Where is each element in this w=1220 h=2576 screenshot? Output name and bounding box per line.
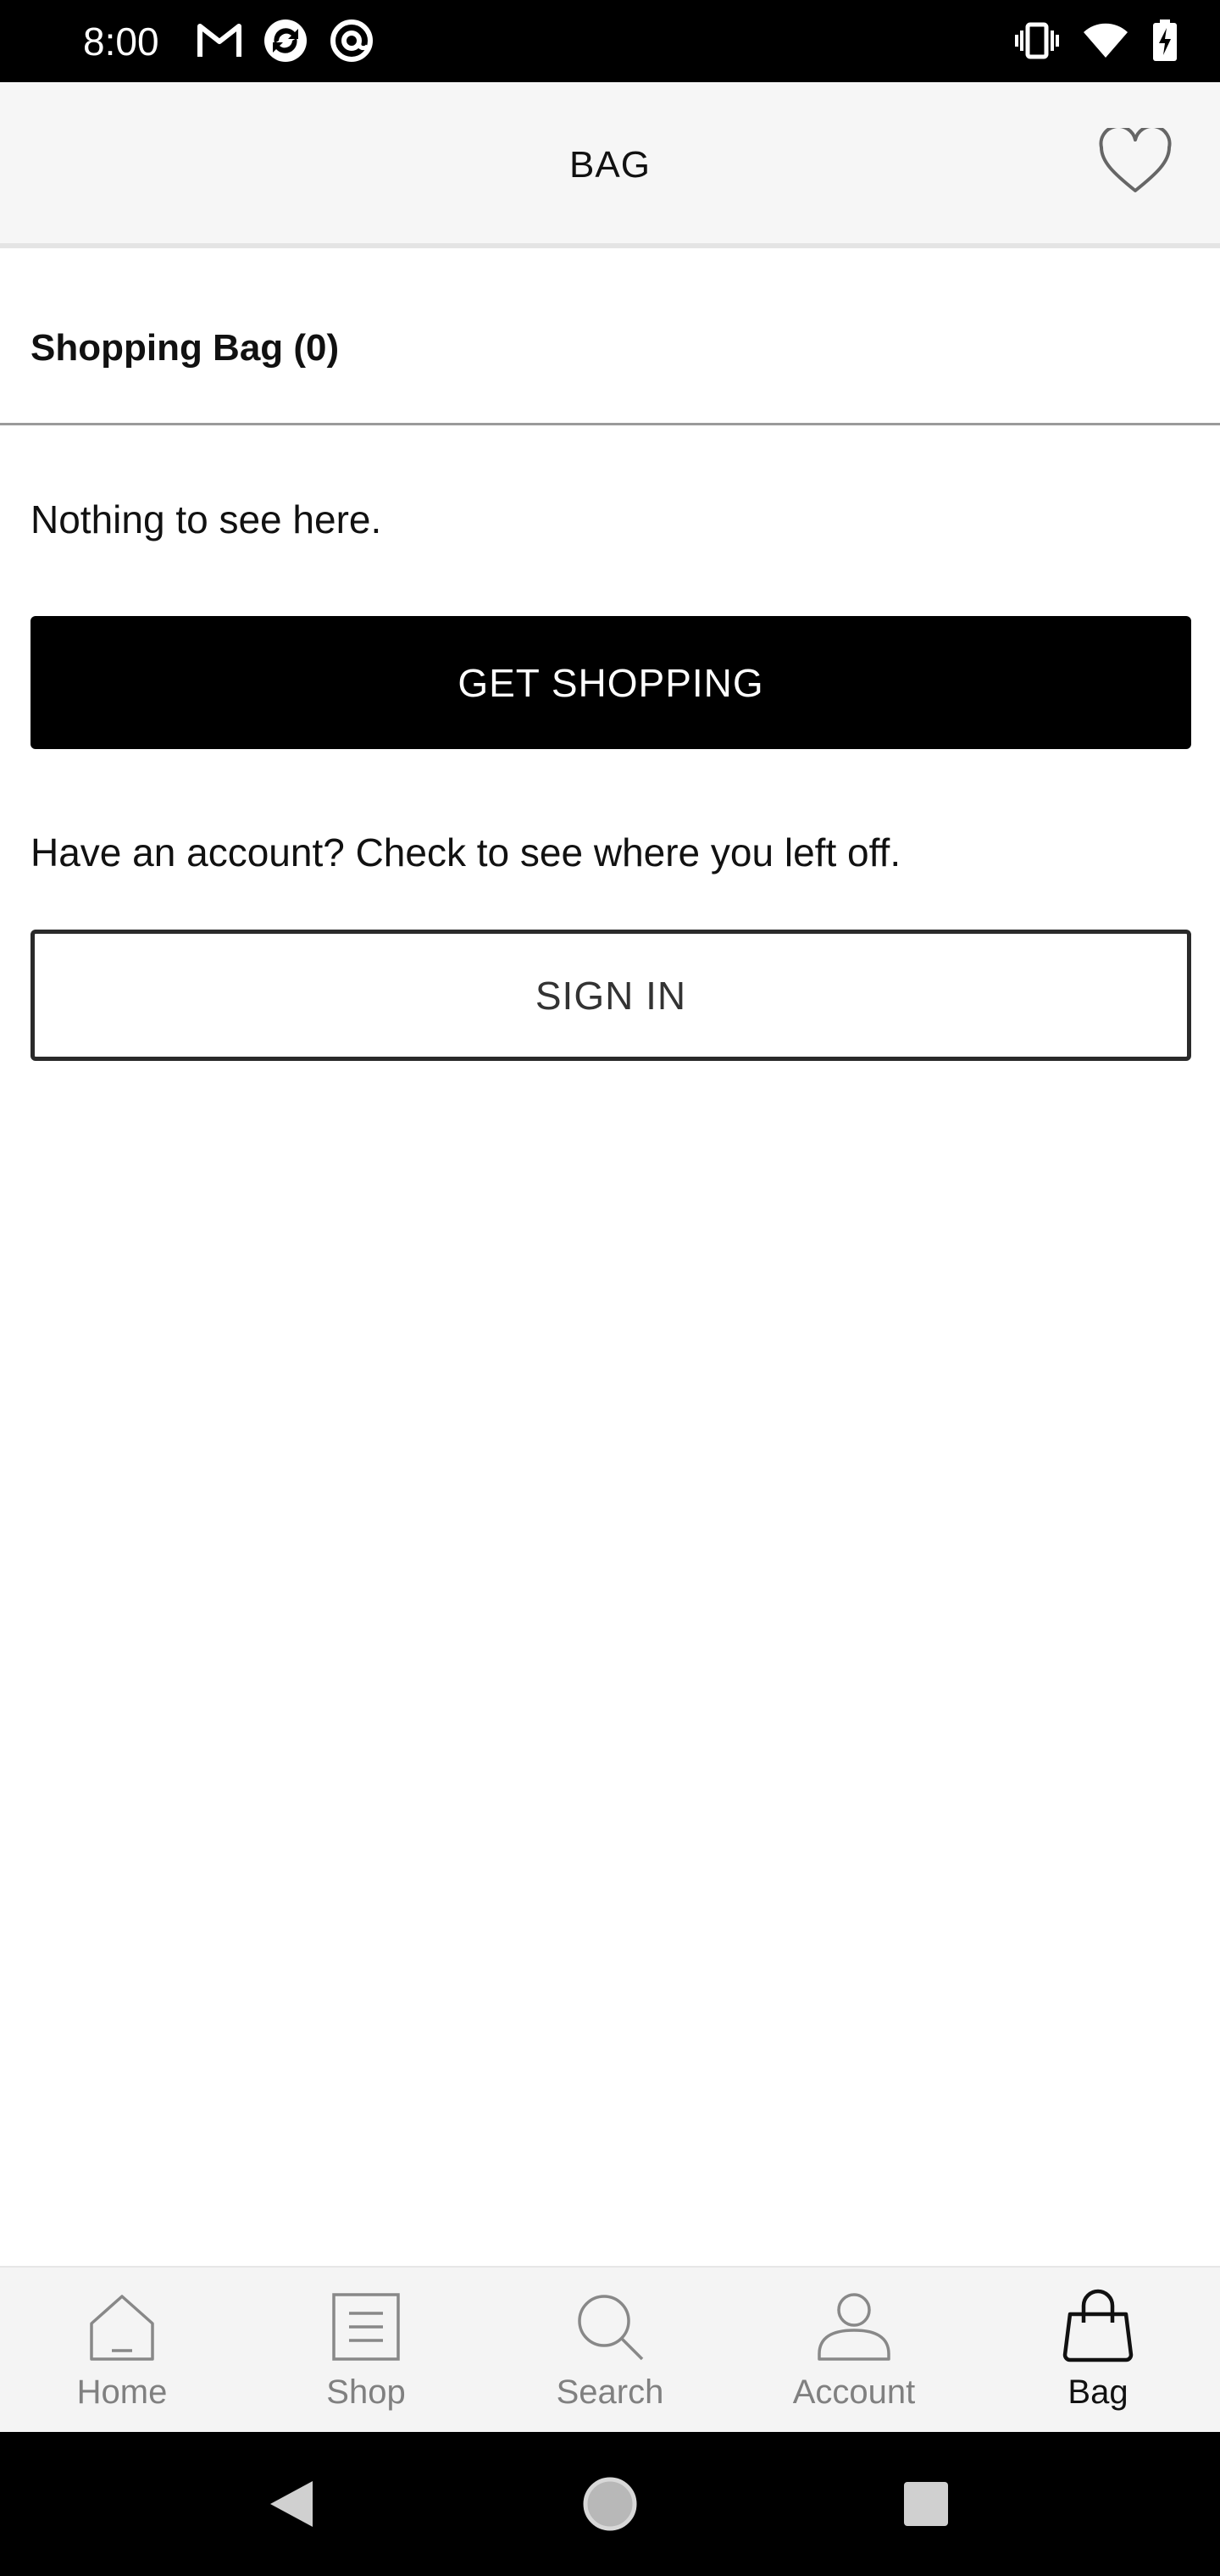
account-prompt-message: Have an account? Check to see where you … (30, 830, 901, 874)
nav-label-shop: Shop (326, 2373, 406, 2411)
home-button[interactable] (572, 2468, 648, 2544)
search-icon (569, 2286, 651, 2368)
wifi-icon (1083, 22, 1128, 59)
status-time: 8:00 (83, 19, 159, 64)
vibrate-icon (1015, 22, 1059, 59)
system-status-icons (1015, 17, 1178, 64)
nav-item-account[interactable]: Account (732, 2268, 976, 2432)
sign-in-button[interactable]: SIGN IN (30, 930, 1191, 1061)
bag-icon (1057, 2286, 1139, 2368)
nav-label-account: Account (792, 2373, 916, 2411)
heart-icon (1097, 124, 1173, 200)
page-title: BAG (569, 144, 651, 186)
notification-icons (197, 17, 374, 64)
nav-label-bag: Bag (1068, 2373, 1128, 2411)
nav-item-search[interactable]: Search (488, 2268, 732, 2432)
wishlist-button[interactable] (1095, 124, 1176, 200)
battery-charging-icon (1152, 19, 1178, 62)
at-app-icon (329, 18, 374, 64)
nav-item-bag[interactable]: Bag (976, 2268, 1220, 2432)
list-icon (325, 2286, 407, 2368)
app-header: BAG (0, 82, 1220, 248)
back-button[interactable] (252, 2468, 329, 2544)
nav-item-shop[interactable]: Shop (244, 2268, 488, 2432)
nav-label-search: Search (556, 2373, 664, 2411)
recents-square-icon (902, 2480, 950, 2532)
home-circle-icon (582, 2476, 638, 2536)
nav-item-home[interactable]: Home (0, 2268, 244, 2432)
shopping-bag-heading: Shopping Bag (0) (30, 327, 340, 369)
back-icon (265, 2478, 316, 2534)
get-shopping-button[interactable]: GET SHOPPING (30, 616, 1191, 749)
system-nav-bar (0, 2432, 1220, 2576)
gmail-icon (197, 23, 242, 58)
bottom-nav: Home Shop Search Account Bag (0, 2266, 1220, 2432)
divider (0, 423, 1220, 425)
sync-app-icon (263, 18, 308, 64)
person-icon (813, 2286, 895, 2368)
empty-bag-message: Nothing to see here. (30, 497, 382, 541)
recents-button[interactable] (888, 2468, 964, 2544)
home-icon (81, 2286, 163, 2368)
nav-label-home: Home (76, 2373, 168, 2411)
status-bar: 8:00 (0, 0, 1220, 82)
